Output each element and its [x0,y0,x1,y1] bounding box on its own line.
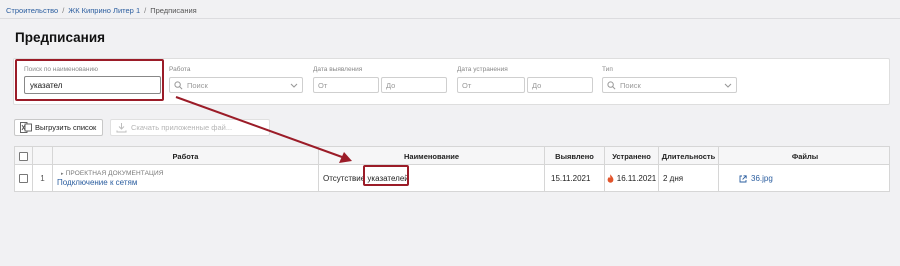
annotation-arrow [175,96,352,163]
